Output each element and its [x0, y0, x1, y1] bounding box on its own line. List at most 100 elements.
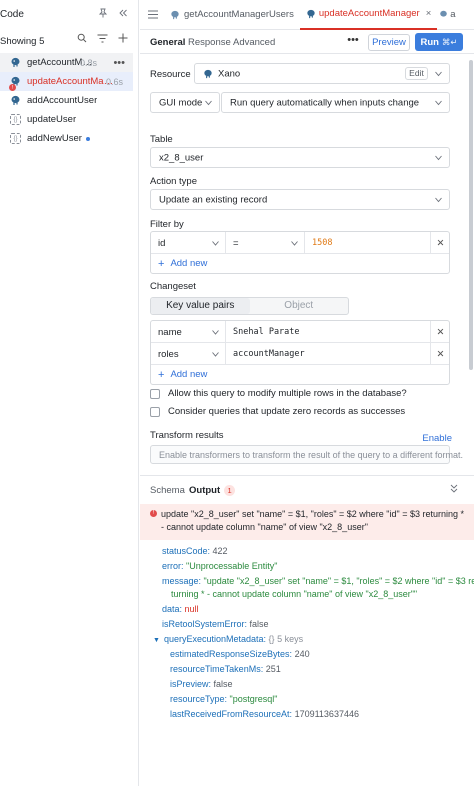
chevron-down-icon — [435, 68, 442, 79]
remove-row-icon[interactable]: ✕ — [431, 343, 450, 365]
tab-output[interactable]: Output 1 — [189, 485, 236, 496]
panel-header-actions — [98, 8, 128, 18]
showing-count: Showing 5 — [0, 36, 45, 47]
tab-advanced[interactable]: Advanced — [233, 37, 275, 48]
query-runtime: 0.6s — [105, 76, 123, 87]
status-code-row: statusCode: 422 — [162, 546, 228, 556]
zero-records-success-checkbox[interactable]: Consider queries that update zero record… — [150, 406, 405, 417]
filter-row: id = 1508 ✕ — [151, 232, 449, 254]
postgres-icon — [203, 69, 213, 82]
more-options-icon[interactable]: ••• — [113, 57, 125, 69]
changeset-value-input[interactable]: Snehal Parate — [226, 321, 431, 343]
changeset-key: roles — [158, 348, 179, 360]
changeset-row: roles accountManager ✕ — [151, 343, 449, 365]
changeset-value-input[interactable]: accountManager — [226, 343, 431, 365]
changeset-key-select[interactable]: name — [151, 321, 226, 343]
editor-scrollbar[interactable] — [469, 60, 473, 370]
error-badge: ! — [9, 84, 16, 91]
collapse-icon[interactable] — [450, 484, 458, 495]
message-row: message: "update "x2_8_user" set "name" … — [162, 576, 474, 586]
changeset-value: accountManager — [233, 349, 305, 359]
object-option[interactable]: Object — [250, 298, 349, 314]
query-item-addaccountuser[interactable]: addAccountUser — [0, 91, 133, 110]
close-icon[interactable]: × — [426, 8, 432, 19]
editor-tabs: getAccountManagerUsers updateAccountMana… — [140, 0, 474, 30]
tab-response[interactable]: Response — [188, 37, 231, 48]
enable-transform-button[interactable]: Enable — [422, 433, 452, 444]
chevron-down-icon — [435, 194, 442, 205]
tab-overflow[interactable]: a — [437, 0, 457, 30]
query-list: getAccountM… 0.8s ••• ! updateAccountMa…… — [0, 53, 133, 148]
table-select[interactable]: x2_8_user — [150, 147, 450, 168]
filter-value-input[interactable]: 1508 — [305, 232, 431, 254]
error-banner: ! update "x2_8_user" set "name" = $1, "r… — [140, 504, 474, 540]
action-type-select[interactable]: Update an existing record — [150, 189, 450, 210]
mode-value: GUI mode — [159, 97, 203, 108]
resource-select[interactable]: Xano Edit — [194, 63, 450, 84]
remove-row-icon[interactable]: ✕ — [431, 321, 450, 343]
query-item-updateaccountmanager[interactable]: ! updateAccountMa… 0.6s — [0, 72, 133, 91]
table-label: Table — [150, 134, 173, 145]
data-row: data: null — [162, 604, 199, 614]
error-row: error: "Unprocessable Entity" — [162, 561, 278, 571]
chevron-down-icon — [212, 327, 219, 338]
message-row-cont: turning * - cannot update column "name" … — [171, 589, 418, 599]
query-item-addnewuser[interactable]: {} addNewUser — [0, 129, 133, 148]
pin-icon[interactable] — [98, 8, 108, 18]
postgres-icon — [10, 95, 21, 106]
last-received-row: lastReceivedFromResourceAt: 170911363744… — [170, 709, 359, 719]
more-actions-button[interactable]: ••• — [344, 35, 362, 50]
tab-label: a — [450, 9, 456, 20]
query-runtime: 0.8s — [79, 57, 97, 68]
filter-column-select[interactable]: id — [151, 232, 226, 254]
run-button[interactable]: Run ⌘↵ — [415, 33, 463, 51]
unsaved-dot — [85, 136, 90, 141]
remove-filter-icon[interactable]: ✕ — [431, 232, 450, 254]
run-trigger-select[interactable]: Run query automatically when inputs chan… — [221, 92, 450, 113]
tab-updateaccountmanager[interactable]: updateAccountManager × — [299, 0, 438, 30]
checkbox[interactable] — [150, 388, 160, 399]
add-filter-button[interactable]: + Add new — [151, 254, 449, 273]
query-item-getaccountmanagerusers[interactable]: getAccountM… 0.8s ••• — [0, 53, 133, 72]
query-list-panel: Code Showing 5 getAccountM… 0.8s ••• ! u… — [0, 0, 139, 786]
transform-input[interactable]: Enable transformers to transform the res… — [150, 445, 463, 464]
key-value-pairs-option[interactable]: Key value pairs — [151, 298, 250, 314]
action-type-label: Action type — [150, 176, 197, 187]
tab-general[interactable]: General — [150, 37, 185, 48]
tab-label: getAccountManagerUsers — [184, 9, 294, 20]
allow-multiple-rows-checkbox[interactable]: Allow this query to modify multiple rows… — [150, 388, 407, 399]
search-icon[interactable] — [77, 33, 87, 43]
edit-resource-button[interactable]: Edit — [405, 67, 428, 80]
is-preview-row: isPreview: false — [170, 679, 233, 689]
collapse-panel-icon[interactable] — [118, 8, 128, 18]
query-editor: getAccountManagerUsers updateAccountMana… — [140, 0, 474, 786]
add-query-icon[interactable] — [118, 33, 128, 43]
output-panel: Schema Output 1 ! update "x2_8_user" set … — [140, 475, 474, 786]
chevron-down-icon — [435, 97, 442, 108]
transform-results-label: Transform results — [150, 430, 224, 441]
tab-label: updateAccountManager — [318, 8, 420, 19]
checkbox[interactable] — [150, 406, 160, 417]
mode-select[interactable]: GUI mode — [150, 92, 220, 113]
filter-table: id = 1508 ✕ + Add new — [150, 231, 450, 274]
expand-triangle-icon[interactable]: ▼ — [153, 637, 160, 644]
time-taken-row: resourceTimeTakenMs: 251 — [170, 664, 281, 674]
postgres-icon — [170, 10, 180, 20]
add-changeset-button[interactable]: + Add new — [151, 365, 449, 384]
postgres-icon — [306, 9, 316, 19]
query-execution-metadata-row[interactable]: ▼ queryExecutionMetadata: {} 5 keys — [153, 633, 303, 647]
query-subtabs: General Response Advanced ••• Preview Ru… — [140, 30, 474, 54]
query-item-updateuser[interactable]: {} updateUser — [0, 110, 133, 129]
tab-schema[interactable]: Schema — [150, 485, 185, 496]
tab-output-label: Output — [189, 485, 221, 496]
filter-icon[interactable] — [97, 34, 108, 43]
tab-menu-icon[interactable] — [140, 0, 164, 30]
panel-title: Code — [0, 9, 24, 20]
estimated-size-row: estimatedResponseSizeBytes: 240 — [170, 649, 310, 659]
run-shortcut: ⌘↵ — [441, 36, 458, 47]
preview-button[interactable]: Preview — [368, 34, 410, 51]
filter-operator-select[interactable]: = — [226, 232, 305, 254]
tab-getaccountmanagerusers[interactable]: getAccountManagerUsers — [164, 0, 300, 30]
changeset-key-select[interactable]: roles — [151, 343, 226, 365]
resource-value: Xano — [218, 68, 241, 79]
